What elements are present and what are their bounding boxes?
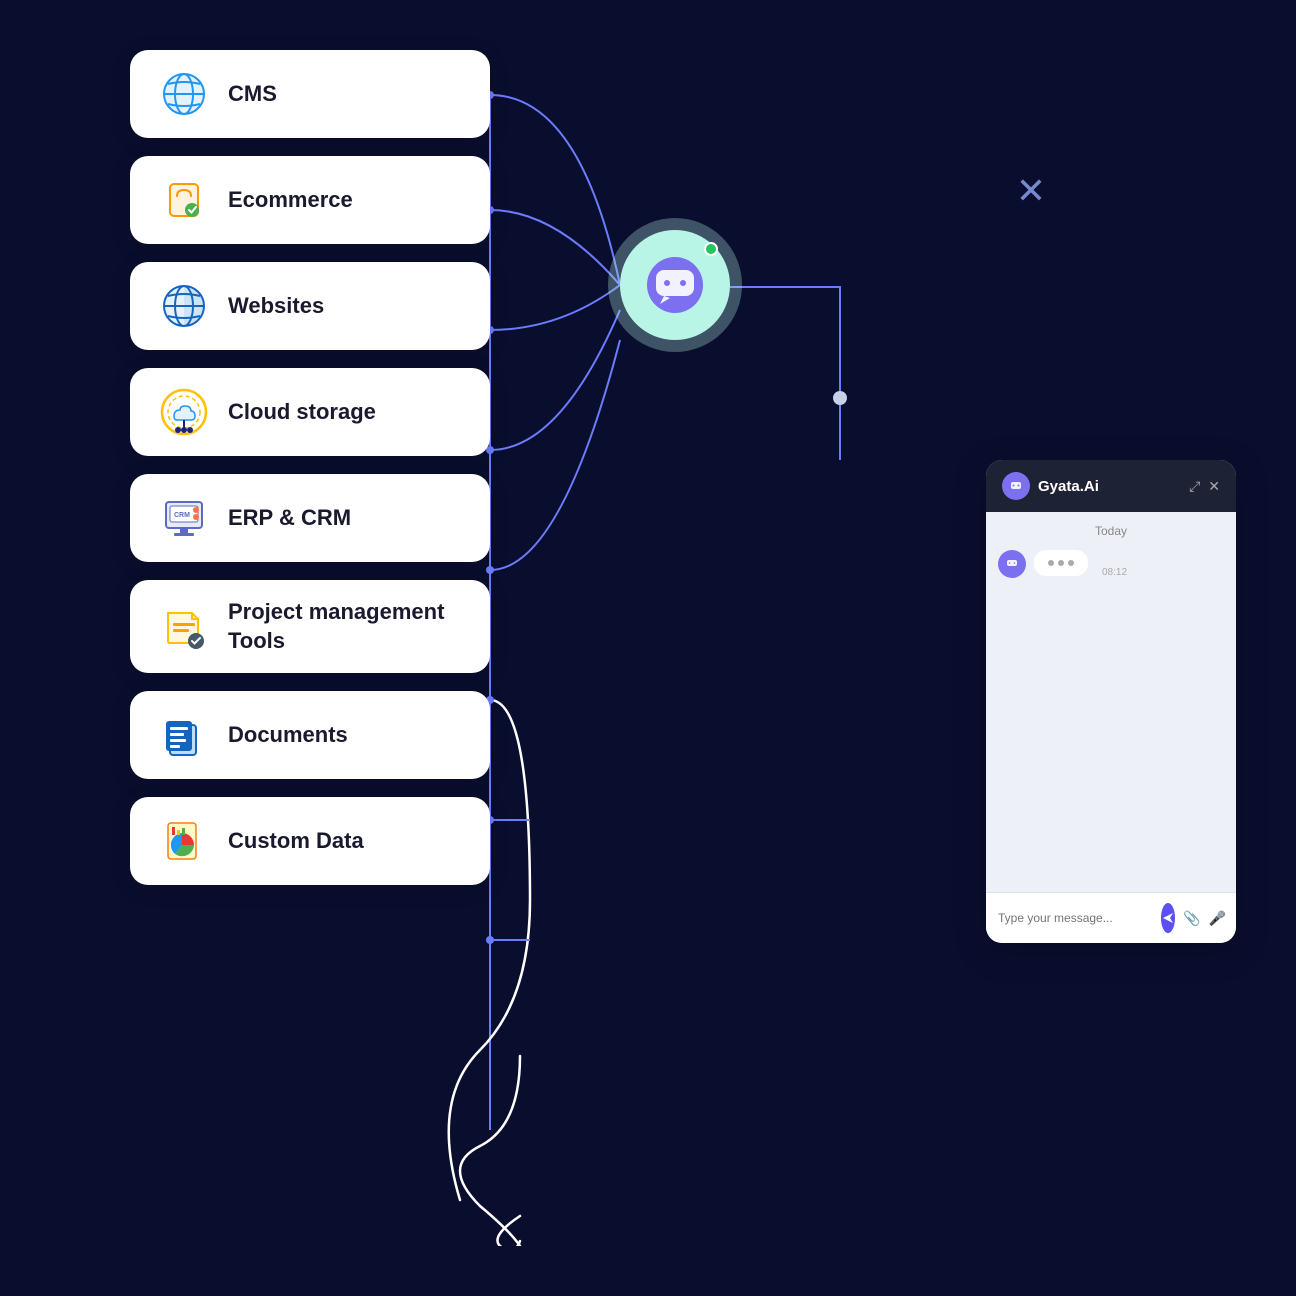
ai-center-circle bbox=[620, 230, 730, 340]
online-indicator bbox=[704, 242, 718, 256]
ai-bot-icon bbox=[644, 254, 706, 316]
typing-bubble bbox=[1034, 550, 1088, 576]
documents-icon-wrapper bbox=[158, 709, 210, 761]
ecommerce-label: Ecommerce bbox=[228, 186, 353, 215]
chat-message-1: 08:12 bbox=[998, 550, 1224, 578]
cloud-storage-icon-wrapper bbox=[158, 386, 210, 438]
cloud-storage-icon bbox=[158, 386, 210, 438]
message-timestamp: 08:12 bbox=[1102, 567, 1127, 578]
documents-label: Documents bbox=[228, 721, 348, 750]
send-icon bbox=[1161, 911, 1175, 925]
minimize-button[interactable]: ⤢ bbox=[1189, 478, 1200, 495]
erp-crm-icon: CRM bbox=[160, 494, 208, 542]
erp-crm-icon-wrapper: CRM bbox=[158, 492, 210, 544]
mic-button[interactable]: 🎤 bbox=[1208, 910, 1225, 927]
card-custom-data[interactable]: Custom Data bbox=[130, 797, 490, 885]
project-management-icon bbox=[160, 603, 208, 651]
card-project-management[interactable]: Project management Tools bbox=[130, 580, 490, 673]
integration-cards-list: CMS Ecommerce Websites bbox=[130, 50, 490, 885]
websites-label: Websites bbox=[228, 292, 324, 321]
chat-header-brand: Gyata.Ai bbox=[1002, 472, 1099, 500]
card-cloud-storage[interactable]: Cloud storage bbox=[130, 368, 490, 456]
project-management-icon-wrapper bbox=[158, 601, 210, 653]
chat-controls[interactable]: ⤢ ✕ bbox=[1189, 478, 1220, 495]
card-documents[interactable]: Documents bbox=[130, 691, 490, 779]
chat-header: Gyata.Ai ⤢ ✕ bbox=[986, 460, 1236, 512]
curve-decoration bbox=[430, 1046, 610, 1246]
chat-input[interactable] bbox=[998, 911, 1153, 925]
custom-data-icon bbox=[160, 817, 208, 865]
ecommerce-icon bbox=[160, 176, 208, 224]
typing-indicator bbox=[1048, 560, 1074, 566]
close-button[interactable]: ✕ bbox=[1208, 478, 1220, 495]
custom-data-label: Custom Data bbox=[228, 827, 364, 856]
cms-label: CMS bbox=[228, 80, 277, 109]
chat-footer[interactable]: 📎 🎤 bbox=[986, 892, 1236, 943]
card-ecommerce[interactable]: Ecommerce bbox=[130, 156, 490, 244]
chat-title: Gyata.Ai bbox=[1038, 478, 1099, 495]
bot-avatar bbox=[998, 550, 1026, 578]
cms-icon bbox=[160, 70, 208, 118]
card-websites[interactable]: Websites bbox=[130, 262, 490, 350]
ecommerce-icon-wrapper bbox=[158, 174, 210, 226]
chat-body: Today 08:12 bbox=[986, 512, 1236, 892]
decoration-asterisk: ✕ bbox=[1016, 170, 1046, 212]
card-erp-crm[interactable]: CRM ERP & CRM bbox=[130, 474, 490, 562]
attach-button[interactable]: 📎 bbox=[1183, 910, 1200, 927]
chat-header-icon bbox=[1002, 472, 1030, 500]
chat-widget: Gyata.Ai ⤢ ✕ Today 08:12 bbox=[986, 460, 1236, 943]
svg-text:CRM: CRM bbox=[174, 512, 190, 519]
cloud-storage-label: Cloud storage bbox=[228, 398, 376, 427]
project-management-label: Project management Tools bbox=[228, 598, 462, 655]
chat-date: Today bbox=[998, 524, 1224, 538]
documents-icon bbox=[160, 711, 208, 759]
custom-data-icon-wrapper bbox=[158, 815, 210, 867]
erp-crm-label: ERP & CRM bbox=[228, 504, 351, 533]
cms-icon-wrapper bbox=[158, 68, 210, 120]
websites-icon-wrapper bbox=[158, 280, 210, 332]
send-button[interactable] bbox=[1161, 903, 1175, 933]
card-cms[interactable]: CMS bbox=[130, 50, 490, 138]
websites-icon bbox=[160, 282, 208, 330]
